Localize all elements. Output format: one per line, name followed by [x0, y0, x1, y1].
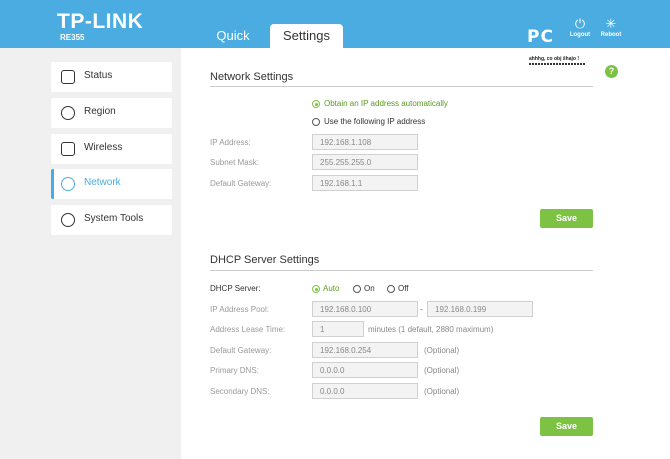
watermark: PC ahhhg, co obj šhajo !: [527, 27, 593, 67]
lease-time-label: Address Lease Time:: [210, 325, 286, 334]
sidebar-item-label: Region: [84, 106, 116, 117]
watermark-logo: PC: [527, 27, 554, 47]
sidebar-item-label: Status: [84, 70, 113, 81]
network-settings-title: Network Settings: [210, 71, 294, 83]
sidebar-item-label: Wireless: [84, 142, 123, 153]
brand-logo: TP-LINK: [57, 10, 144, 33]
sidebar-item-status[interactable]: Status: [51, 62, 172, 92]
ip-address-input[interactable]: [312, 134, 418, 150]
secondary-dns-input[interactable]: [312, 383, 418, 399]
dhcp-gateway-input[interactable]: [312, 342, 418, 358]
radio-use-static[interactable]: [312, 118, 320, 126]
tab-settings[interactable]: Settings: [270, 24, 343, 48]
status-icon: [61, 70, 75, 84]
dhcp-gateway-optional: (Optional): [424, 346, 460, 355]
dhcp-settings-title: DHCP Server Settings: [210, 254, 320, 266]
reboot-icon: ✳: [605, 16, 617, 31]
sidebar-item-network[interactable]: Network: [51, 169, 172, 199]
sidebar-item-wireless[interactable]: Wireless: [51, 134, 172, 164]
reboot-button[interactable]: ✳ Reboot: [591, 17, 631, 38]
subnet-mask-label: Subnet Mask:: [210, 158, 259, 167]
radio-use-static-label: Use the following IP address: [324, 117, 426, 126]
model-label: RE355: [60, 33, 85, 42]
network-globe-icon: [61, 177, 75, 191]
dhcp-save-button[interactable]: Save: [540, 417, 593, 436]
subnet-mask-input[interactable]: [312, 154, 418, 170]
sidebar-item-region[interactable]: Region: [51, 98, 172, 128]
watermark-subtitle: ahhhg, co obj šhajo !: [529, 56, 579, 62]
primary-dns-optional: (Optional): [424, 366, 460, 375]
lease-time-note: minutes (1 default, 2880 maximum): [368, 325, 494, 334]
watermark-line: [529, 63, 585, 65]
globe-icon: [61, 106, 75, 120]
sidebar-item-label: System Tools: [84, 213, 144, 224]
ip-pool-start-input[interactable]: [312, 301, 418, 317]
radio-dhcp-auto-label: Auto: [323, 284, 340, 293]
radio-obtain-auto-label: Obtain an IP address automatically: [324, 99, 448, 108]
radio-dhcp-off-label: Off: [398, 284, 409, 293]
ip-address-label: IP Address:: [210, 138, 251, 147]
secondary-dns-label: Secondary DNS:: [210, 387, 270, 396]
lease-time-input[interactable]: [312, 321, 364, 337]
radio-dhcp-auto[interactable]: [312, 285, 320, 293]
sidebar-item-system-tools[interactable]: System Tools: [51, 205, 172, 235]
reboot-label: Reboot: [600, 32, 622, 38]
default-gateway-input[interactable]: [312, 175, 418, 191]
ip-pool-separator: -: [420, 305, 423, 314]
ip-pool-end-input[interactable]: [427, 301, 533, 317]
dhcp-divider: [210, 270, 593, 271]
primary-dns-input[interactable]: [312, 362, 418, 378]
tab-quick-setup[interactable]: Quick Setup: [198, 24, 268, 67]
dhcp-gateway-label: Default Gateway:: [210, 346, 272, 355]
ip-pool-label: IP Address Pool:: [210, 305, 269, 314]
dhcp-server-label: DHCP Server:: [210, 284, 261, 293]
default-gateway-label: Default Gateway:: [210, 179, 272, 188]
help-icon[interactable]: ?: [605, 65, 618, 78]
primary-dns-label: Primary DNS:: [210, 366, 259, 375]
secondary-dns-optional: (Optional): [424, 387, 460, 396]
radio-dhcp-off[interactable]: [387, 285, 395, 293]
wireless-icon: [61, 142, 75, 156]
radio-dhcp-on[interactable]: [353, 285, 361, 293]
gear-icon: [61, 213, 75, 227]
network-save-button[interactable]: Save: [540, 209, 593, 228]
sidebar-item-label: Network: [84, 177, 121, 188]
radio-dhcp-on-label: On: [364, 284, 375, 293]
network-divider: [210, 86, 593, 87]
radio-obtain-auto[interactable]: [312, 100, 320, 108]
